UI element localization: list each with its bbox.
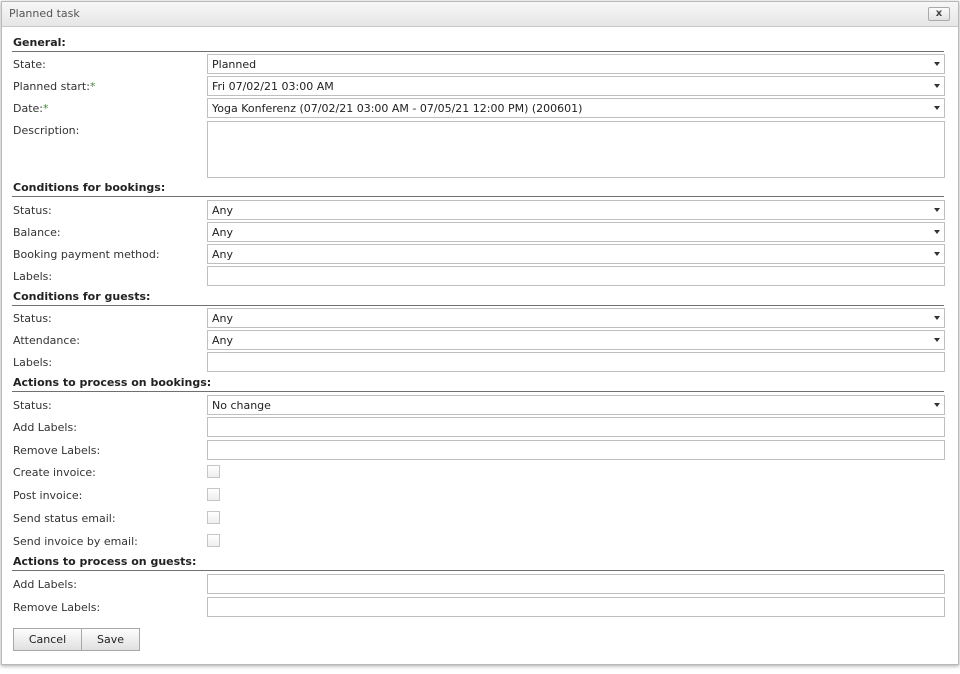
create-invoice-checkbox[interactable] (207, 465, 220, 478)
booking-labels-label: Labels: (13, 270, 53, 283)
planned-start-value: Fri 07/02/21 03:00 AM (212, 80, 334, 93)
attendance-select[interactable]: Any (207, 330, 945, 350)
section-heading: General: (13, 36, 66, 49)
chevron-down-icon (934, 84, 940, 88)
chevron-down-icon (934, 316, 940, 320)
guest-remove-labels-input[interactable] (207, 597, 945, 617)
guest-add-labels-input[interactable] (207, 574, 945, 594)
booking-status-value: Any (212, 204, 234, 217)
chevron-down-icon (934, 230, 940, 234)
guest-labels-input[interactable] (207, 352, 945, 372)
dialog-titlebar: Planned task x (2, 2, 958, 27)
save-button[interactable]: Save (81, 628, 140, 651)
guest-labels-label: Labels: (13, 356, 53, 369)
action-status-label: Status: (13, 399, 52, 412)
description-textarea[interactable] (207, 121, 945, 178)
section-heading: Conditions for guests: (13, 290, 151, 303)
close-icon[interactable]: x (928, 7, 950, 21)
send-status-email-checkbox[interactable] (207, 511, 220, 524)
balance-select[interactable]: Any (207, 222, 945, 242)
guest-status-select[interactable]: Any (207, 308, 945, 328)
booking-add-labels-label: Add Labels: (13, 421, 77, 434)
guest-status-label: Status: (13, 312, 52, 325)
date-select[interactable]: Yoga Konferenz (07/02/21 03:00 AM - 07/0… (207, 98, 945, 118)
cancel-button[interactable]: Cancel (13, 628, 82, 651)
send-invoice-email-checkbox[interactable] (207, 534, 220, 547)
date-label: Date:* (13, 102, 49, 115)
date-value: Yoga Konferenz (07/02/21 03:00 AM - 07/0… (212, 102, 583, 115)
booking-remove-labels-input[interactable] (207, 440, 945, 460)
chevron-down-icon (934, 106, 940, 110)
dialog-title: Planned task (9, 7, 80, 20)
attendance-value: Any (212, 334, 234, 347)
state-value: Planned (212, 58, 257, 71)
chevron-down-icon (934, 252, 940, 256)
chevron-down-icon (934, 62, 940, 66)
planned-start-label: Planned start:* (13, 80, 96, 93)
guest-status-value: Any (212, 312, 234, 325)
post-invoice-label: Post invoice: (13, 489, 83, 502)
section-guest-actions: Actions to process on guests: (12, 554, 944, 571)
booking-add-labels-input[interactable] (207, 417, 945, 437)
payment-method-select[interactable]: Any (207, 244, 945, 264)
attendance-label: Attendance: (13, 334, 80, 347)
send-status-email-label: Send status email: (13, 512, 116, 525)
state-select[interactable]: Planned (207, 54, 945, 74)
section-guest-conditions: Conditions for guests: (12, 289, 944, 306)
section-heading: Actions to process on guests: (13, 555, 197, 568)
chevron-down-icon (934, 338, 940, 342)
post-invoice-checkbox[interactable] (207, 488, 220, 501)
balance-value: Any (212, 226, 234, 239)
description-label: Description: (13, 124, 80, 137)
booking-remove-labels-label: Remove Labels: (13, 444, 101, 457)
payment-method-value: Any (212, 248, 234, 261)
payment-method-label: Booking payment method: (13, 248, 160, 261)
balance-label: Balance: (13, 226, 61, 239)
chevron-down-icon (934, 208, 940, 212)
section-heading: Conditions for bookings: (13, 181, 166, 194)
section-heading: Actions to process on bookings: (13, 376, 212, 389)
booking-labels-input[interactable] (207, 266, 945, 286)
planned-start-select[interactable]: Fri 07/02/21 03:00 AM (207, 76, 945, 96)
state-label: State: (13, 58, 46, 71)
section-general: General: (12, 35, 944, 52)
section-booking-conditions: Conditions for bookings: (12, 180, 944, 197)
send-invoice-email-label: Send invoice by email: (13, 535, 138, 548)
action-status-select[interactable]: No change (207, 395, 945, 415)
section-booking-actions: Actions to process on bookings: (12, 375, 944, 392)
guest-remove-labels-label: Remove Labels: (13, 601, 101, 614)
booking-status-select[interactable]: Any (207, 200, 945, 220)
chevron-down-icon (934, 403, 940, 407)
guest-add-labels-label: Add Labels: (13, 578, 77, 591)
action-status-value: No change (212, 399, 271, 412)
create-invoice-label: Create invoice: (13, 466, 96, 479)
booking-status-label: Status: (13, 204, 52, 217)
